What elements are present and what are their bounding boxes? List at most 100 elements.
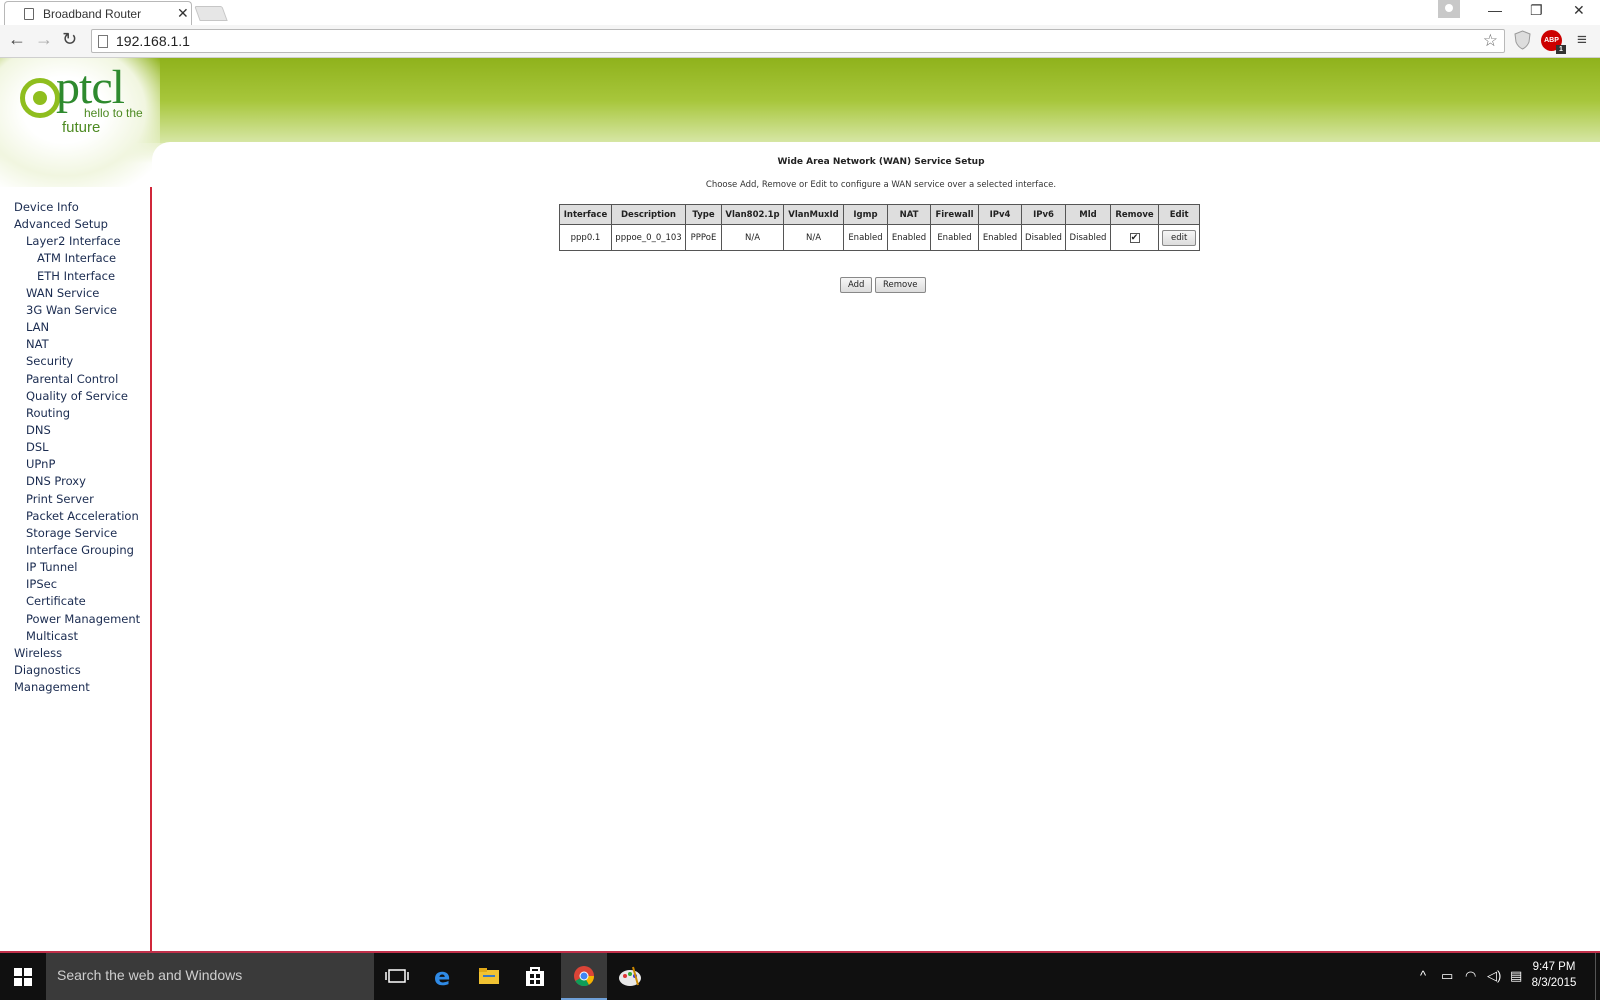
cell-remove: ✔ <box>1110 224 1159 251</box>
page-title: Wide Area Network (WAN) Service Setup <box>777 157 985 167</box>
restore-icon[interactable]: ❐ <box>1530 2 1543 19</box>
taskbar-clock[interactable]: 9:47 PM 8/3/2015 <box>1524 959 1584 991</box>
minimize-icon[interactable]: — <box>1488 2 1502 18</box>
cell-vlanmuxid: N/A <box>783 224 844 251</box>
sidebar-item-packet-acceleration[interactable]: Packet Acceleration <box>26 509 139 523</box>
sidebar-item-wan-service[interactable]: WAN Service <box>26 286 99 300</box>
sidebar-item-storage-service[interactable]: Storage Service <box>26 526 117 540</box>
sidebar-item-lan[interactable]: LAN <box>26 320 49 334</box>
profile-icon[interactable] <box>1438 0 1460 18</box>
clock-time: 9:47 PM <box>1532 961 1576 973</box>
col-ipv6: IPv6 <box>1021 204 1066 225</box>
adblock-extension-icon[interactable]: ABP 1 <box>1541 30 1566 54</box>
sidebar-item-management[interactable]: Management <box>14 680 90 694</box>
taskbar-search-box[interactable]: Search the web and Windows <box>46 953 374 1000</box>
clock-date: 8/3/2015 <box>1531 977 1577 989</box>
sidebar-item-dns-proxy[interactable]: DNS Proxy <box>26 474 86 488</box>
sidebar-item-security[interactable]: Security <box>26 354 73 368</box>
cell-edit: edit <box>1157 224 1201 251</box>
show-hidden-icons-chevron[interactable]: ^ <box>1420 968 1426 983</box>
cell-description: pppoe_0_0_103 <box>611 224 686 251</box>
shield-extension-icon[interactable] <box>1514 30 1531 50</box>
remove-checkbox[interactable]: ✔ <box>1129 232 1140 243</box>
header-banner <box>0 58 1600 143</box>
sidebar-item-multicast[interactable]: Multicast <box>26 629 78 643</box>
adblock-count-badge: 1 <box>1556 45 1566 54</box>
col-vlanmuxid: VlanMuxId <box>783 204 844 225</box>
sidebar-item-diagnostics[interactable]: Diagnostics <box>14 663 81 677</box>
cell-firewall: Enabled <box>930 224 979 251</box>
sidebar-item-advanced-setup[interactable]: Advanced Setup <box>14 217 108 231</box>
logo-tagline-2: future <box>62 119 101 136</box>
col-interface: Interface <box>559 204 612 225</box>
edge-browser-icon[interactable]: e <box>420 953 466 1000</box>
sidebar-item-nat[interactable]: NAT <box>26 337 49 351</box>
forward-icon[interactable]: → <box>35 29 53 50</box>
sidebar-item-routing[interactable]: Routing <box>26 406 70 420</box>
tab-close-icon[interactable]: ✕ <box>177 5 189 22</box>
col-edit: Edit <box>1157 204 1201 225</box>
sidebar-item-interface-grouping[interactable]: Interface Grouping <box>26 543 134 557</box>
sidebar-item-wireless[interactable]: Wireless <box>14 646 62 660</box>
browser-tab[interactable]: Broadband Router ✕ <box>4 1 192 25</box>
page-icon <box>24 8 34 20</box>
cell-nat: Enabled <box>887 224 931 251</box>
reload-icon[interactable]: ↻ <box>62 29 77 50</box>
sidebar-item-eth-interface[interactable]: ETH Interface <box>37 269 115 283</box>
file-explorer-icon[interactable] <box>466 953 512 1000</box>
tab-title: Broadband Router <box>43 7 142 21</box>
col-nat: NAT <box>887 204 931 225</box>
sidebar-item-power-management[interactable]: Power Management <box>26 612 140 626</box>
show-desktop-button[interactable] <box>1595 953 1596 1000</box>
new-tab-button[interactable] <box>194 6 228 21</box>
browser-toolbar: ← → ↻ 192.168.1.1 ☆ ABP 1 ≡ <box>0 25 1600 58</box>
back-icon[interactable]: ← <box>8 29 26 50</box>
close-window-icon[interactable]: ✕ <box>1573 2 1585 19</box>
remove-button[interactable]: Remove <box>875 277 926 293</box>
browser-menu-icon[interactable]: ≡ <box>1577 30 1587 50</box>
edit-button[interactable]: edit <box>1162 229 1197 246</box>
table-header-row: Interface Description Type Vlan802.1p Vl… <box>559 204 1201 225</box>
col-ipv4: IPv4 <box>978 204 1022 225</box>
action-center-icon[interactable]: ▤ <box>1510 968 1522 984</box>
adblock-label: ABP <box>1544 37 1559 44</box>
col-remove: Remove <box>1110 204 1159 225</box>
address-url: 192.168.1.1 <box>116 33 190 49</box>
sidebar-item-parental-control[interactable]: Parental Control <box>26 372 118 386</box>
sidebar-item-atm-interface[interactable]: ATM Interface <box>37 251 116 265</box>
page-icon <box>98 35 108 48</box>
paint-icon[interactable] <box>607 953 653 1000</box>
volume-icon[interactable]: ◁) <box>1487 968 1501 984</box>
sidebar-item-ip-tunnel[interactable]: IP Tunnel <box>26 560 77 574</box>
windows-start-icon[interactable] <box>14 968 32 986</box>
col-type: Type <box>685 204 722 225</box>
battery-icon[interactable]: ▭ <box>1441 968 1453 984</box>
wan-service-table: Interface Description Type Vlan802.1p Vl… <box>559 204 1201 251</box>
sidebar-item-quality-of-service[interactable]: Quality of Service <box>26 389 128 403</box>
sidebar-item-certificate[interactable]: Certificate <box>26 594 86 608</box>
cell-type: PPPoE <box>685 224 722 251</box>
cell-interface: ppp0.1 <box>559 224 612 251</box>
wifi-icon[interactable]: ◠ <box>1465 968 1476 984</box>
sidebar-item-dsl[interactable]: DSL <box>26 440 49 454</box>
cell-mld: Disabled <box>1065 224 1111 251</box>
sidebar-item-print-server[interactable]: Print Server <box>26 492 94 506</box>
sidebar-item-dns[interactable]: DNS <box>26 423 51 437</box>
task-view-icon[interactable] <box>374 953 420 1000</box>
sidebar-item-upnp[interactable]: UPnP <box>26 457 55 471</box>
chrome-icon[interactable] <box>561 953 607 1000</box>
taskbar-search-placeholder: Search the web and Windows <box>57 967 243 983</box>
sidebar-item-3g-wan-service[interactable]: 3G Wan Service <box>26 303 117 317</box>
tab-strip: Broadband Router ✕ — ❐ ✕ <box>0 0 1600 25</box>
add-button[interactable]: Add <box>840 277 873 293</box>
cell-igmp: Enabled <box>843 224 888 251</box>
store-icon[interactable] <box>512 953 558 1000</box>
sidebar-item-ipsec[interactable]: IPSec <box>26 577 57 591</box>
content-area <box>152 142 1600 951</box>
address-bar[interactable]: 192.168.1.1 ☆ <box>91 29 1505 53</box>
col-igmp: Igmp <box>843 204 888 225</box>
cell-ipv4: Enabled <box>978 224 1022 251</box>
sidebar-item-layer2-interface[interactable]: Layer2 Interface <box>26 234 121 248</box>
bookmark-star-icon[interactable]: ☆ <box>1483 31 1498 51</box>
sidebar-item-device-info[interactable]: Device Info <box>14 200 79 214</box>
